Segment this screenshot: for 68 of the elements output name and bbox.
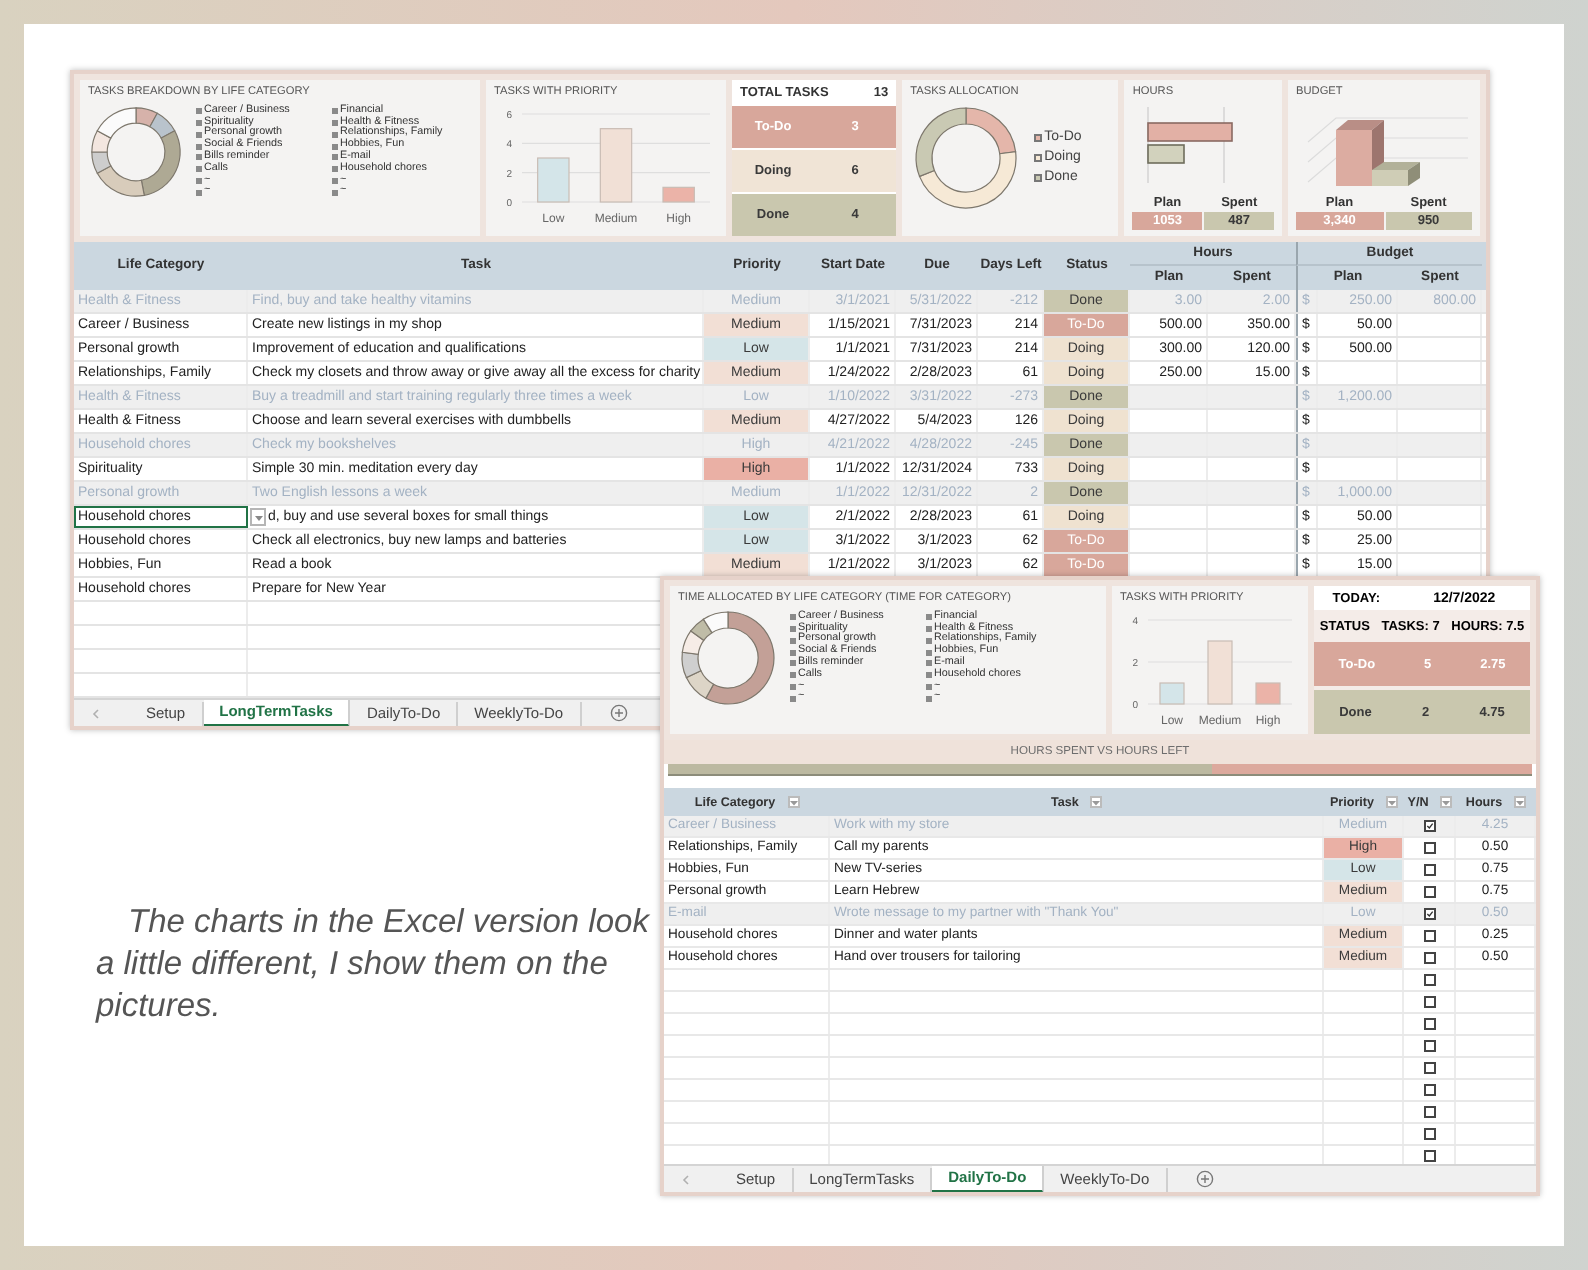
dropdown-button[interactable] [250, 508, 266, 526]
legend-marker-icon [926, 660, 932, 667]
filter-button[interactable] [787, 796, 800, 808]
checkbox[interactable] [1423, 1106, 1435, 1118]
caret-icon [253, 513, 263, 521]
legend-marker-icon [790, 672, 796, 679]
checkbox[interactable] [1423, 930, 1435, 942]
legend-marker-icon [196, 120, 202, 126]
checkbox[interactable] [1423, 1084, 1435, 1096]
legend-marker-icon [196, 177, 202, 184]
filter-button[interactable] [1440, 796, 1453, 808]
donut-chart-drawing [678, 608, 778, 708]
check-icon [1425, 820, 1433, 832]
legend-marker-icon [790, 637, 796, 644]
checkbox[interactable] [1423, 952, 1435, 964]
legend-marker-icon [926, 637, 932, 644]
legend-marker-icon [926, 649, 932, 656]
legend-marker-icon [926, 683, 932, 690]
legend-marker-icon [790, 614, 796, 621]
legend-marker-icon [926, 695, 932, 702]
legend-marker-icon [332, 143, 338, 150]
checkbox[interactable] [1423, 974, 1435, 986]
donut-chart-drawing [88, 102, 184, 202]
legend-marker-icon [196, 166, 202, 173]
caret-icon [1388, 799, 1397, 805]
caret-icon [789, 799, 798, 805]
legend-marker-icon [790, 660, 796, 667]
legend-marker-icon [790, 649, 796, 656]
legend-marker-icon [926, 626, 932, 632]
checkbox[interactable] [1423, 864, 1435, 876]
checkbox[interactable] [1423, 908, 1435, 920]
add-sheet-icon[interactable] [609, 704, 628, 722]
legend-marker-icon [196, 143, 202, 150]
legend-marker-icon [332, 131, 338, 138]
checkbox[interactable] [1423, 1150, 1435, 1162]
legend-marker-icon [332, 154, 338, 161]
caret-icon [1092, 799, 1101, 805]
legend-marker-icon [332, 108, 338, 115]
legend-marker-icon [332, 120, 338, 126]
filter-button[interactable] [1386, 796, 1399, 808]
checkbox[interactable] [1423, 996, 1435, 1008]
legend-marker-icon [196, 189, 202, 196]
donut-chart-drawing [910, 102, 1023, 214]
checkbox[interactable] [1423, 1062, 1435, 1074]
filter-button[interactable] [1514, 796, 1527, 808]
checkbox[interactable] [1423, 820, 1435, 832]
caption-text: The charts in the Excel version look a little different, I show them on the pictures. [96, 902, 652, 1028]
caret-icon [1442, 799, 1451, 805]
legend-marker-icon [790, 695, 796, 702]
caret-icon [1516, 799, 1525, 805]
legend-marker-icon [332, 189, 338, 196]
check-icon [1425, 908, 1433, 920]
legend-marker-icon [790, 626, 796, 632]
legend-marker-icon [196, 131, 202, 138]
checkbox[interactable] [1423, 1040, 1435, 1052]
legend-marker-icon [926, 614, 932, 621]
checkbox[interactable] [1423, 1128, 1435, 1140]
legend-marker-icon [196, 154, 202, 161]
checkbox[interactable] [1423, 842, 1435, 854]
legend-marker-icon [790, 683, 796, 690]
filter-button[interactable] [1090, 796, 1103, 808]
checkbox[interactable] [1423, 886, 1435, 898]
add-sheet-icon[interactable] [1195, 1170, 1214, 1188]
checkbox[interactable] [1423, 1018, 1435, 1030]
legend-marker-icon [196, 108, 202, 115]
legend-marker-icon [332, 177, 338, 184]
legend-marker-icon [926, 672, 932, 679]
legend-marker-icon [332, 166, 338, 173]
